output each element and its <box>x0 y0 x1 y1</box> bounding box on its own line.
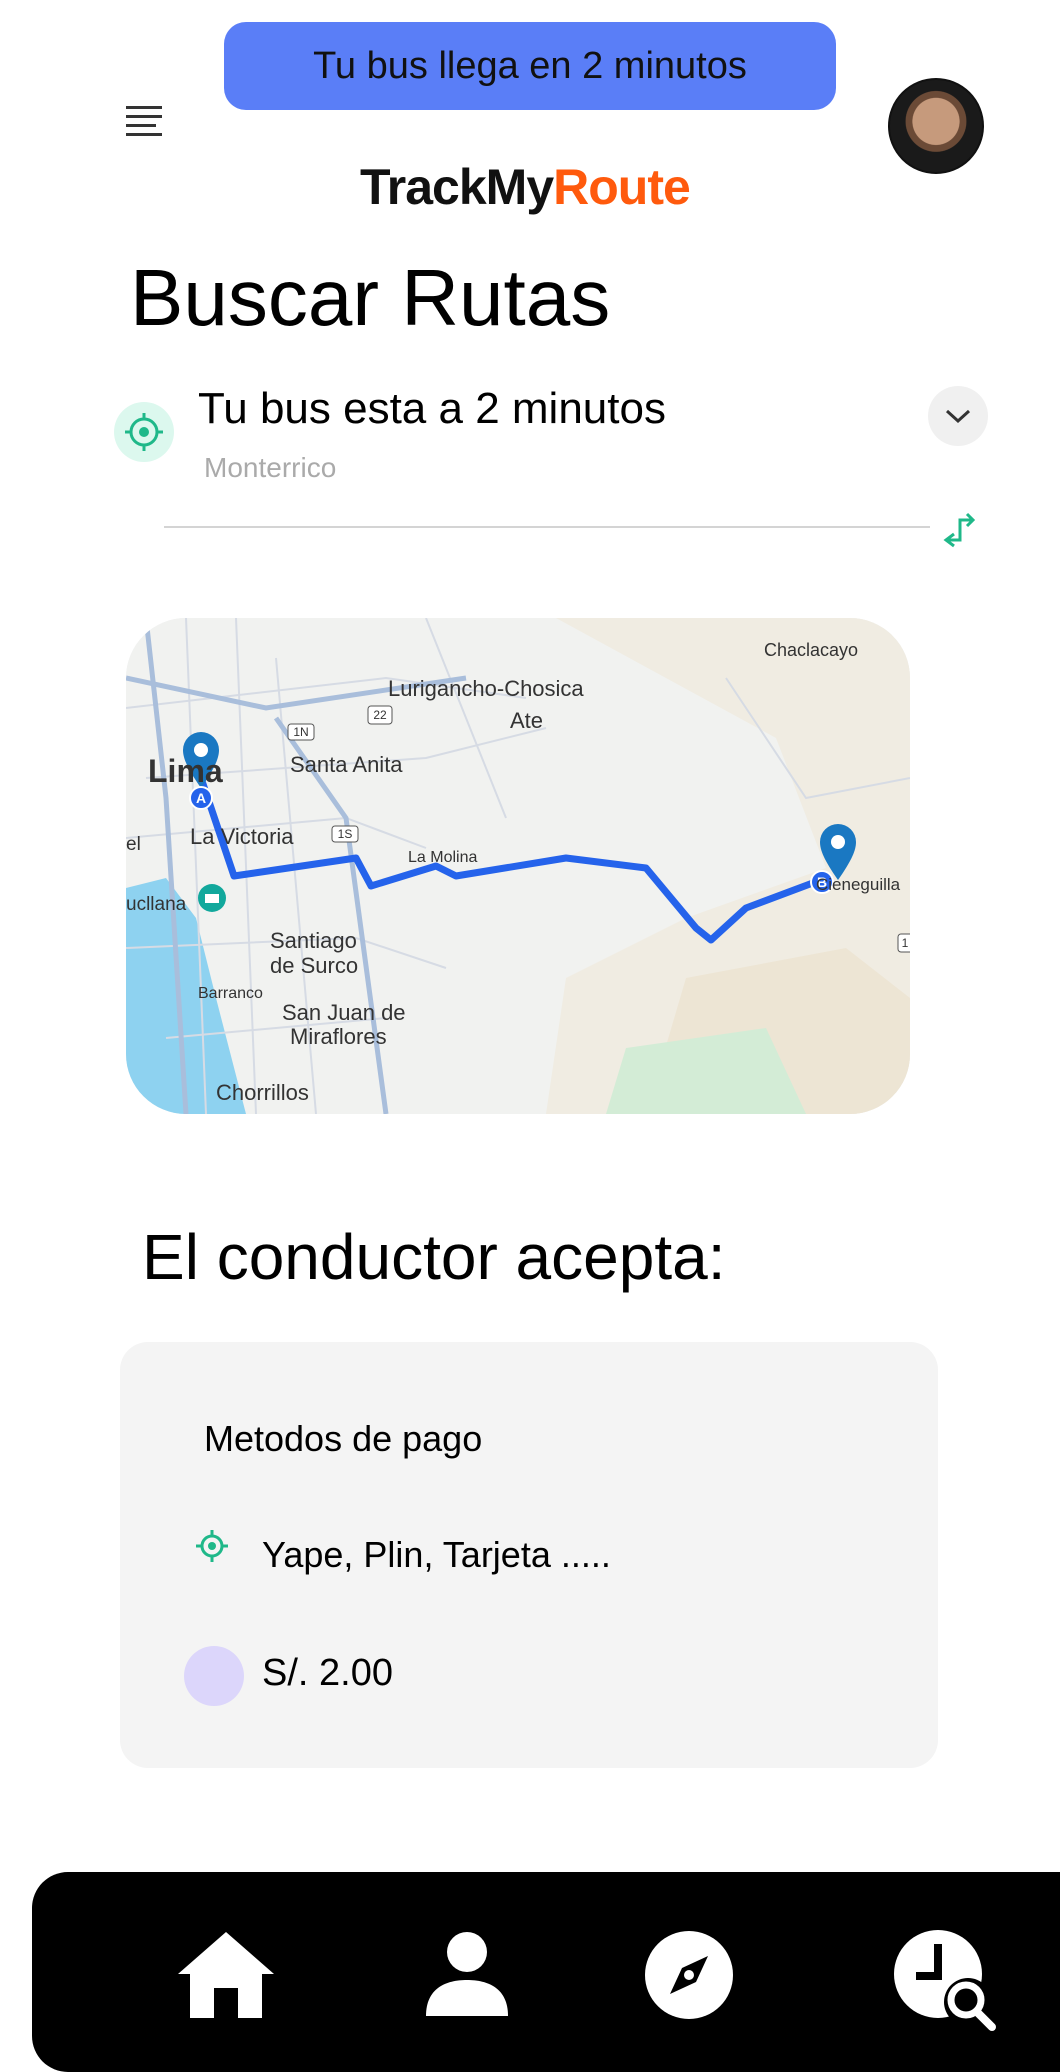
map-label-barranco: Barranco <box>198 985 263 1002</box>
page-title: Buscar Rutas <box>130 253 611 342</box>
map-label-santa-anita: Santa Anita <box>290 752 403 777</box>
map-canvas: A B Chaclacayo Lurigancho-Chosica Ate Li… <box>126 618 910 1114</box>
route-target-bubble <box>114 402 174 462</box>
target-icon <box>196 1530 228 1562</box>
road-shield-1: 1 <box>897 933 910 953</box>
road-1s-label: 1S <box>338 827 353 841</box>
map-label-chaclacayo: Chaclacayo <box>764 640 858 660</box>
fare-price: S/. 2.00 <box>262 1652 393 1694</box>
route-title: Tu bus esta a 2 minutos <box>198 384 666 433</box>
museum-poi-icon <box>198 884 226 912</box>
route-subtitle: Monterrico <box>204 452 337 483</box>
road-22-label: 22 <box>373 708 387 722</box>
map-label-ate: Ate <box>510 708 543 733</box>
target-icon <box>125 413 163 451</box>
start-marker-label: A <box>196 790 206 806</box>
avatar[interactable] <box>888 78 984 174</box>
bottom-navigation <box>32 1872 1060 2072</box>
menu-icon[interactable] <box>126 106 162 142</box>
history-search-icon[interactable] <box>892 1928 1002 2032</box>
map-label-san-juan: San Juan de <box>282 1000 406 1025</box>
arrival-banner-text: Tu bus llega en 2 minutos <box>313 44 747 87</box>
map-label-la-victoria: La Victoria <box>190 824 294 849</box>
route-divider <box>164 526 930 528</box>
map-label-de-surco: de Surco <box>270 953 358 978</box>
map-label-lurigancho: Lurigancho-Chosica <box>388 676 584 701</box>
route-expand-button[interactable] <box>928 386 988 446</box>
road-shield-22: 22 <box>367 705 393 725</box>
logo-part-route: Route <box>553 159 691 215</box>
map-label-lima: Lima <box>148 753 223 789</box>
road-shield-1n: 1N <box>287 723 315 741</box>
compass-icon[interactable] <box>644 1930 734 2020</box>
payment-section-title: El conductor acepta: <box>142 1221 726 1293</box>
arrival-banner: Tu bus llega en 2 minutos <box>224 22 836 110</box>
road-shield-1s: 1S <box>331 825 359 843</box>
map-label-miraflores: Miraflores <box>290 1024 387 1049</box>
logo-part-trackmy: TrackMy <box>360 159 554 215</box>
route-map[interactable]: A B Chaclacayo Lurigancho-Chosica Ate Li… <box>126 618 910 1114</box>
payment-methods-text: Yape, Plin, Tarjeta ..... <box>262 1534 611 1575</box>
map-label-lucllana: ucllana <box>126 894 187 915</box>
road-1n-label: 1N <box>293 725 308 739</box>
payment-card-title: Metodos de pago <box>204 1418 483 1459</box>
price-indicator-dot <box>184 1646 244 1706</box>
chevron-down-icon <box>945 409 971 424</box>
map-label-cieneguilla: Cieneguilla <box>816 875 901 894</box>
map-label-santiago: Santiago <box>270 928 357 953</box>
app-logo: TrackMyRoute <box>360 158 691 216</box>
map-label-chorrillos: Chorrillos <box>216 1080 309 1105</box>
home-icon[interactable] <box>174 1928 278 2020</box>
swap-route-icon[interactable] <box>940 508 980 548</box>
map-label-el: el <box>126 834 141 855</box>
profile-icon[interactable] <box>422 1928 512 2018</box>
road-1-label: 1 <box>902 936 909 950</box>
map-label-la-molina: La Molina <box>408 849 477 866</box>
